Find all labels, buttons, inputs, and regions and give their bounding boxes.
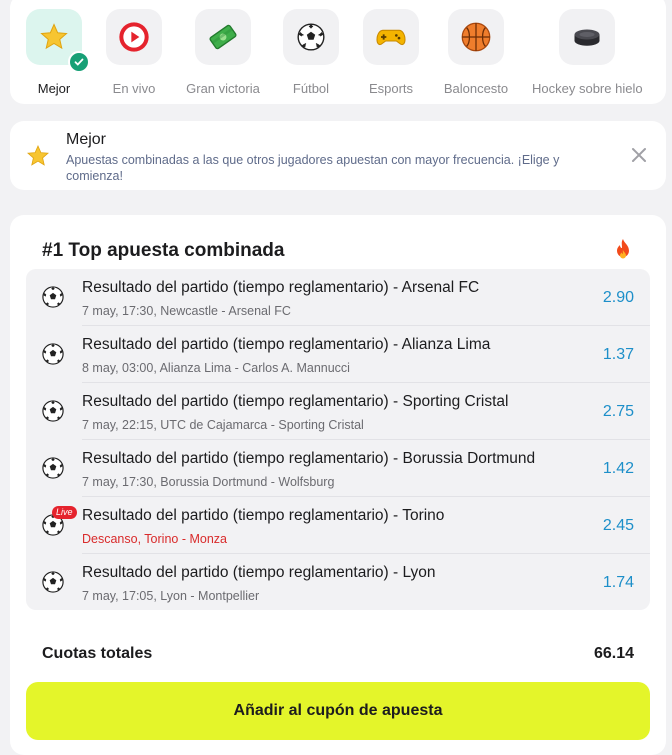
add-to-betslip-button[interactable]: Añadir al cupón de apuesta — [26, 682, 650, 740]
category-label: Hockey sobre hielo — [532, 81, 643, 96]
bet-market: Resultado del partido (tiempo reglamenta… — [82, 336, 491, 353]
bet-event-info: 8 may, 03:00, Alianza Lima - Carlos A. M… — [82, 361, 350, 375]
category-bar: Mejor En vivo Gran victoria Fútbol Espor… — [10, 0, 666, 104]
bet-row[interactable]: Live Resultado del partido (tiempo regla… — [26, 497, 650, 554]
bet-event-info: 7 may, 22:15, UTC de Cajamarca - Sportin… — [82, 418, 364, 432]
bet-odds: 2.90 — [602, 289, 634, 306]
category-label: Baloncesto — [443, 81, 509, 96]
bet-row[interactable]: Resultado del partido (tiempo reglamenta… — [26, 326, 650, 383]
top-combo-card: #1 Top apuesta combinada Resultado del p… — [10, 215, 666, 755]
soccer-ball-icon — [42, 457, 64, 479]
info-description: Apuestas combinadas a las que otros juga… — [66, 153, 560, 183]
soccer-ball-icon — [42, 400, 64, 422]
play-icon — [119, 22, 149, 52]
category-tile — [283, 9, 339, 65]
bet-market: Resultado del partido (tiempo reglamenta… — [82, 564, 436, 581]
category-tile — [26, 9, 90, 73]
bet-event-info: 7 may, 17:05, Lyon - Montpellier — [82, 589, 260, 603]
category-tile — [363, 9, 419, 65]
bet-odds: 2.75 — [602, 403, 634, 420]
star-icon — [27, 145, 49, 166]
bet-event-info: 7 may, 17:30, Newcastle - Arsenal FC — [82, 304, 291, 318]
soccer-ball-icon — [42, 343, 64, 365]
category-tile — [195, 9, 251, 65]
category-tile — [559, 9, 615, 65]
category-hockey[interactable]: Hockey sobre hielo — [532, 9, 643, 96]
basketball-icon — [461, 22, 491, 52]
bet-market: Resultado del partido (tiempo reglamenta… — [82, 393, 509, 410]
total-odds-value: 66.14 — [593, 645, 634, 662]
fire-icon — [617, 239, 629, 259]
category-tile — [448, 9, 504, 65]
bet-market: Resultado del partido (tiempo reglamenta… — [82, 450, 536, 467]
bet-market: Resultado del partido (tiempo reglamenta… — [82, 507, 445, 524]
soccer-ball-icon — [42, 571, 64, 593]
bet-row[interactable]: Resultado del partido (tiempo reglamenta… — [26, 383, 650, 440]
bet-event-info: Descanso, Torino - Monza — [82, 532, 227, 546]
bet-row[interactable]: Resultado del partido (tiempo reglamenta… — [26, 269, 650, 326]
bet-odds: 1.37 — [602, 346, 634, 363]
bet-list: Resultado del partido (tiempo reglamenta… — [26, 269, 650, 610]
soccer-ball-icon — [297, 23, 325, 51]
bet-row[interactable]: Resultado del partido (tiempo reglamenta… — [26, 554, 650, 611]
close-icon[interactable] — [630, 146, 648, 164]
total-odds-label: Cuotas totales — [42, 645, 153, 662]
category-baloncesto[interactable]: Baloncesto — [421, 9, 531, 96]
category-tile — [106, 9, 162, 65]
info-banner: Mejor Apuestas combinadas a las que otro… — [10, 121, 666, 190]
bet-market: Resultado del partido (tiempo reglamenta… — [82, 279, 480, 296]
money-icon — [209, 24, 237, 50]
gamepad-icon — [376, 29, 406, 46]
combo-title: #1 Top apuesta combinada — [42, 240, 285, 261]
star-icon — [40, 23, 68, 50]
bet-odds: 1.74 — [602, 574, 634, 591]
info-title: Mejor — [66, 131, 107, 148]
bet-odds: 1.42 — [602, 460, 634, 477]
bet-row[interactable]: Resultado del partido (tiempo reglamenta… — [26, 440, 650, 497]
soccer-ball-icon — [42, 286, 64, 308]
bet-odds: 2.45 — [602, 517, 634, 534]
hockey-puck-icon — [574, 29, 600, 46]
bet-event-info: 7 may, 17:30, Borussia Dortmund - Wolfsb… — [82, 475, 335, 489]
live-badge: Live — [52, 506, 77, 519]
